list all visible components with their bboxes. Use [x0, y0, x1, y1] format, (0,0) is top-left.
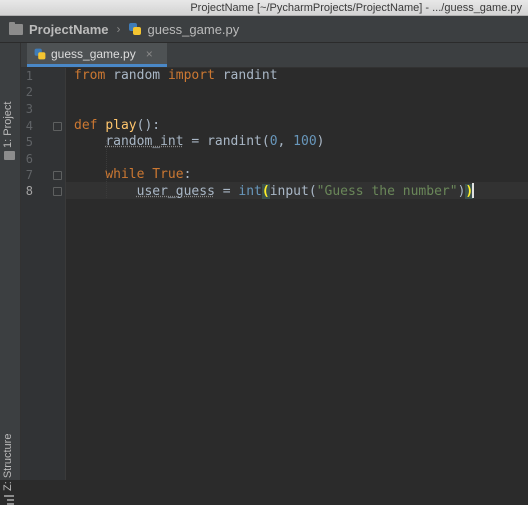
code-line-7[interactable]: while True: — [74, 167, 191, 183]
fold-marker-icon[interactable] — [53, 171, 62, 180]
function-name: play — [105, 118, 137, 133]
project-tool-window-button[interactable]: 1: Project — [2, 102, 14, 148]
code-line-8[interactable]: user_guess = int(input("Guess the number… — [74, 183, 475, 199]
number-literal: 100 — [293, 134, 317, 149]
left-tool-window-strip: 1: Project Z: Structure — [0, 43, 21, 505]
editor-gutter: 1 2 3 4 5 6 7 8 — [21, 68, 66, 480]
python-file-icon — [128, 22, 142, 36]
line-number: 6 — [25, 152, 33, 166]
number-literal: 0 — [269, 134, 278, 149]
structure-icon — [4, 495, 14, 505]
fold-marker-icon[interactable] — [53, 187, 62, 196]
code-text: , — [277, 134, 294, 149]
breadcrumb-project[interactable]: ProjectName — [29, 22, 108, 37]
project-folder-icon — [4, 151, 15, 160]
variable-unused: user_guess — [136, 184, 215, 199]
code-text: input( — [269, 184, 317, 199]
line-number: 4 — [25, 119, 33, 133]
tab-guess-game[interactable]: guess_game.py × — [27, 43, 167, 67]
code-line-5[interactable]: random_int = randint(0, 100) — [74, 134, 324, 150]
line-number-current: 8 — [25, 184, 33, 198]
close-icon[interactable]: × — [146, 47, 153, 61]
keyword: while — [105, 167, 145, 182]
window-title-bar: ProjectName [~/PycharmProjects/ProjectNa… — [0, 0, 528, 16]
variable-unused: random_int — [105, 134, 184, 149]
code-text: : — [183, 167, 192, 182]
line-number: 2 — [25, 85, 33, 99]
code-text: = randint( — [183, 134, 270, 149]
code-editor[interactable]: from random import randint def play(): r… — [66, 68, 528, 480]
code-text: ) — [316, 134, 325, 149]
structure-tool-window-button[interactable]: Z: Structure — [2, 434, 14, 491]
fold-marker-icon[interactable] — [53, 122, 62, 131]
editor-tab-bar: guess_game.py × — [21, 43, 528, 68]
breadcrumb-file[interactable]: guess_game.py — [147, 22, 239, 37]
line-number: 3 — [25, 102, 33, 116]
keyword: True — [152, 167, 184, 182]
code-text: = — [214, 184, 239, 199]
python-file-icon — [34, 47, 47, 60]
code-text: random — [105, 68, 168, 83]
keyword: from — [74, 68, 106, 83]
text-caret — [472, 183, 475, 198]
folder-icon — [9, 21, 23, 35]
breadcrumb-separator: › — [116, 22, 121, 36]
line-number: 5 — [25, 135, 33, 149]
matched-paren-open: ( — [261, 184, 270, 199]
keyword: import — [167, 68, 215, 83]
string-literal: "Guess the number" — [316, 184, 458, 199]
code-line-1[interactable]: from random import randint — [74, 68, 278, 84]
builtin-function: int — [238, 184, 262, 199]
line-number: 1 — [25, 69, 33, 83]
keyword: def — [74, 118, 98, 133]
tab-label: guess_game.py — [51, 46, 136, 61]
code-text: randint — [214, 68, 278, 83]
code-text: (): — [136, 118, 161, 133]
window-title: ProjectName [~/PycharmProjects/ProjectNa… — [190, 2, 522, 14]
line-number: 7 — [25, 168, 33, 182]
navigation-bar: ProjectName › guess_game.py — [0, 16, 528, 43]
code-line-4[interactable]: def play(): — [74, 118, 160, 134]
